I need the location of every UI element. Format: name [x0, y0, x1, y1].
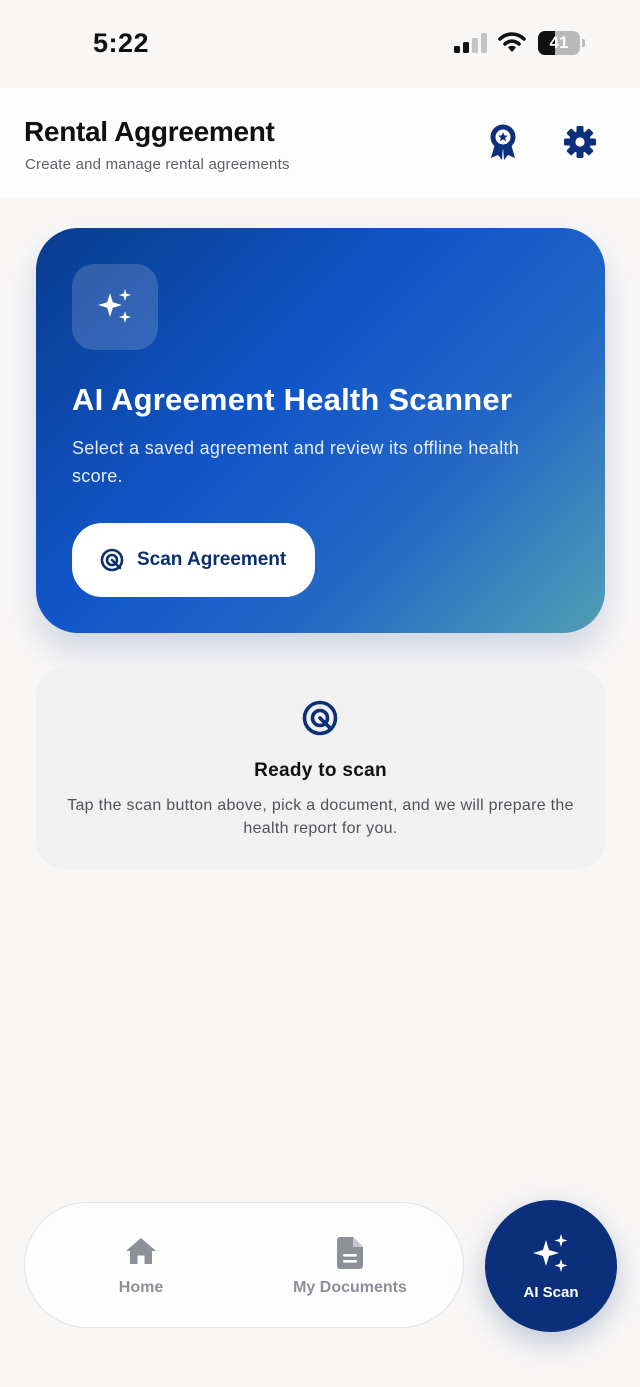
ai-scanner-card: AI Agreement Health Scanner Select a sav… [36, 228, 605, 633]
battery-icon: 41 [538, 31, 586, 55]
settings-button[interactable] [562, 124, 598, 160]
nav-item-home[interactable]: Home [85, 1203, 197, 1327]
screen: 5:22 41 Rental Aggreement Create and man… [0, 0, 640, 1387]
ai-scan-button[interactable]: AI Scan [485, 1200, 617, 1332]
award-badge-icon [490, 124, 516, 160]
app-header: Rental Aggreement Create and manage rent… [0, 88, 640, 198]
ai-scan-label: AI Scan [523, 1284, 579, 1301]
scan-agreement-label: Scan Agreement [137, 549, 287, 570]
battery-level: 41 [549, 33, 569, 52]
document-icon [337, 1237, 363, 1269]
page-title: Rental Aggreement [24, 116, 275, 147]
battery-nub [582, 39, 585, 47]
signal-icon [454, 33, 487, 53]
ready-description: Tap the scan button above, pick a docume… [67, 797, 574, 837]
wifi-icon [498, 32, 526, 52]
bottom-nav: Home My Documents [24, 1202, 464, 1328]
status-bar: 5:22 41 [0, 0, 640, 88]
ready-title: Ready to scan [254, 760, 387, 781]
sparkles-icon [533, 1234, 568, 1272]
nav-label-home: Home [118, 1279, 164, 1296]
page-subtitle: Create and manage rental agreements [25, 156, 290, 173]
radar-icon [100, 548, 124, 572]
status-time: 5:22 [93, 28, 150, 58]
hero-title: AI Agreement Health Scanner [72, 382, 513, 417]
gear-icon [564, 126, 596, 158]
battery-body: 41 [538, 31, 580, 55]
ready-to-scan-panel: Ready to scan Tap the scan button above,… [36, 668, 605, 869]
nav-label-my-documents: My Documents [293, 1279, 407, 1296]
radar-icon [302, 700, 338, 736]
hero-description: Select a saved agreement and review its … [72, 438, 520, 486]
hero-icon-container [72, 264, 158, 350]
nav-item-my-documents[interactable]: My Documents [275, 1203, 425, 1327]
sparkles-icon [98, 289, 131, 323]
award-button[interactable] [485, 124, 521, 160]
home-icon [126, 1238, 156, 1264]
scan-agreement-button[interactable]: Scan Agreement [72, 523, 315, 597]
